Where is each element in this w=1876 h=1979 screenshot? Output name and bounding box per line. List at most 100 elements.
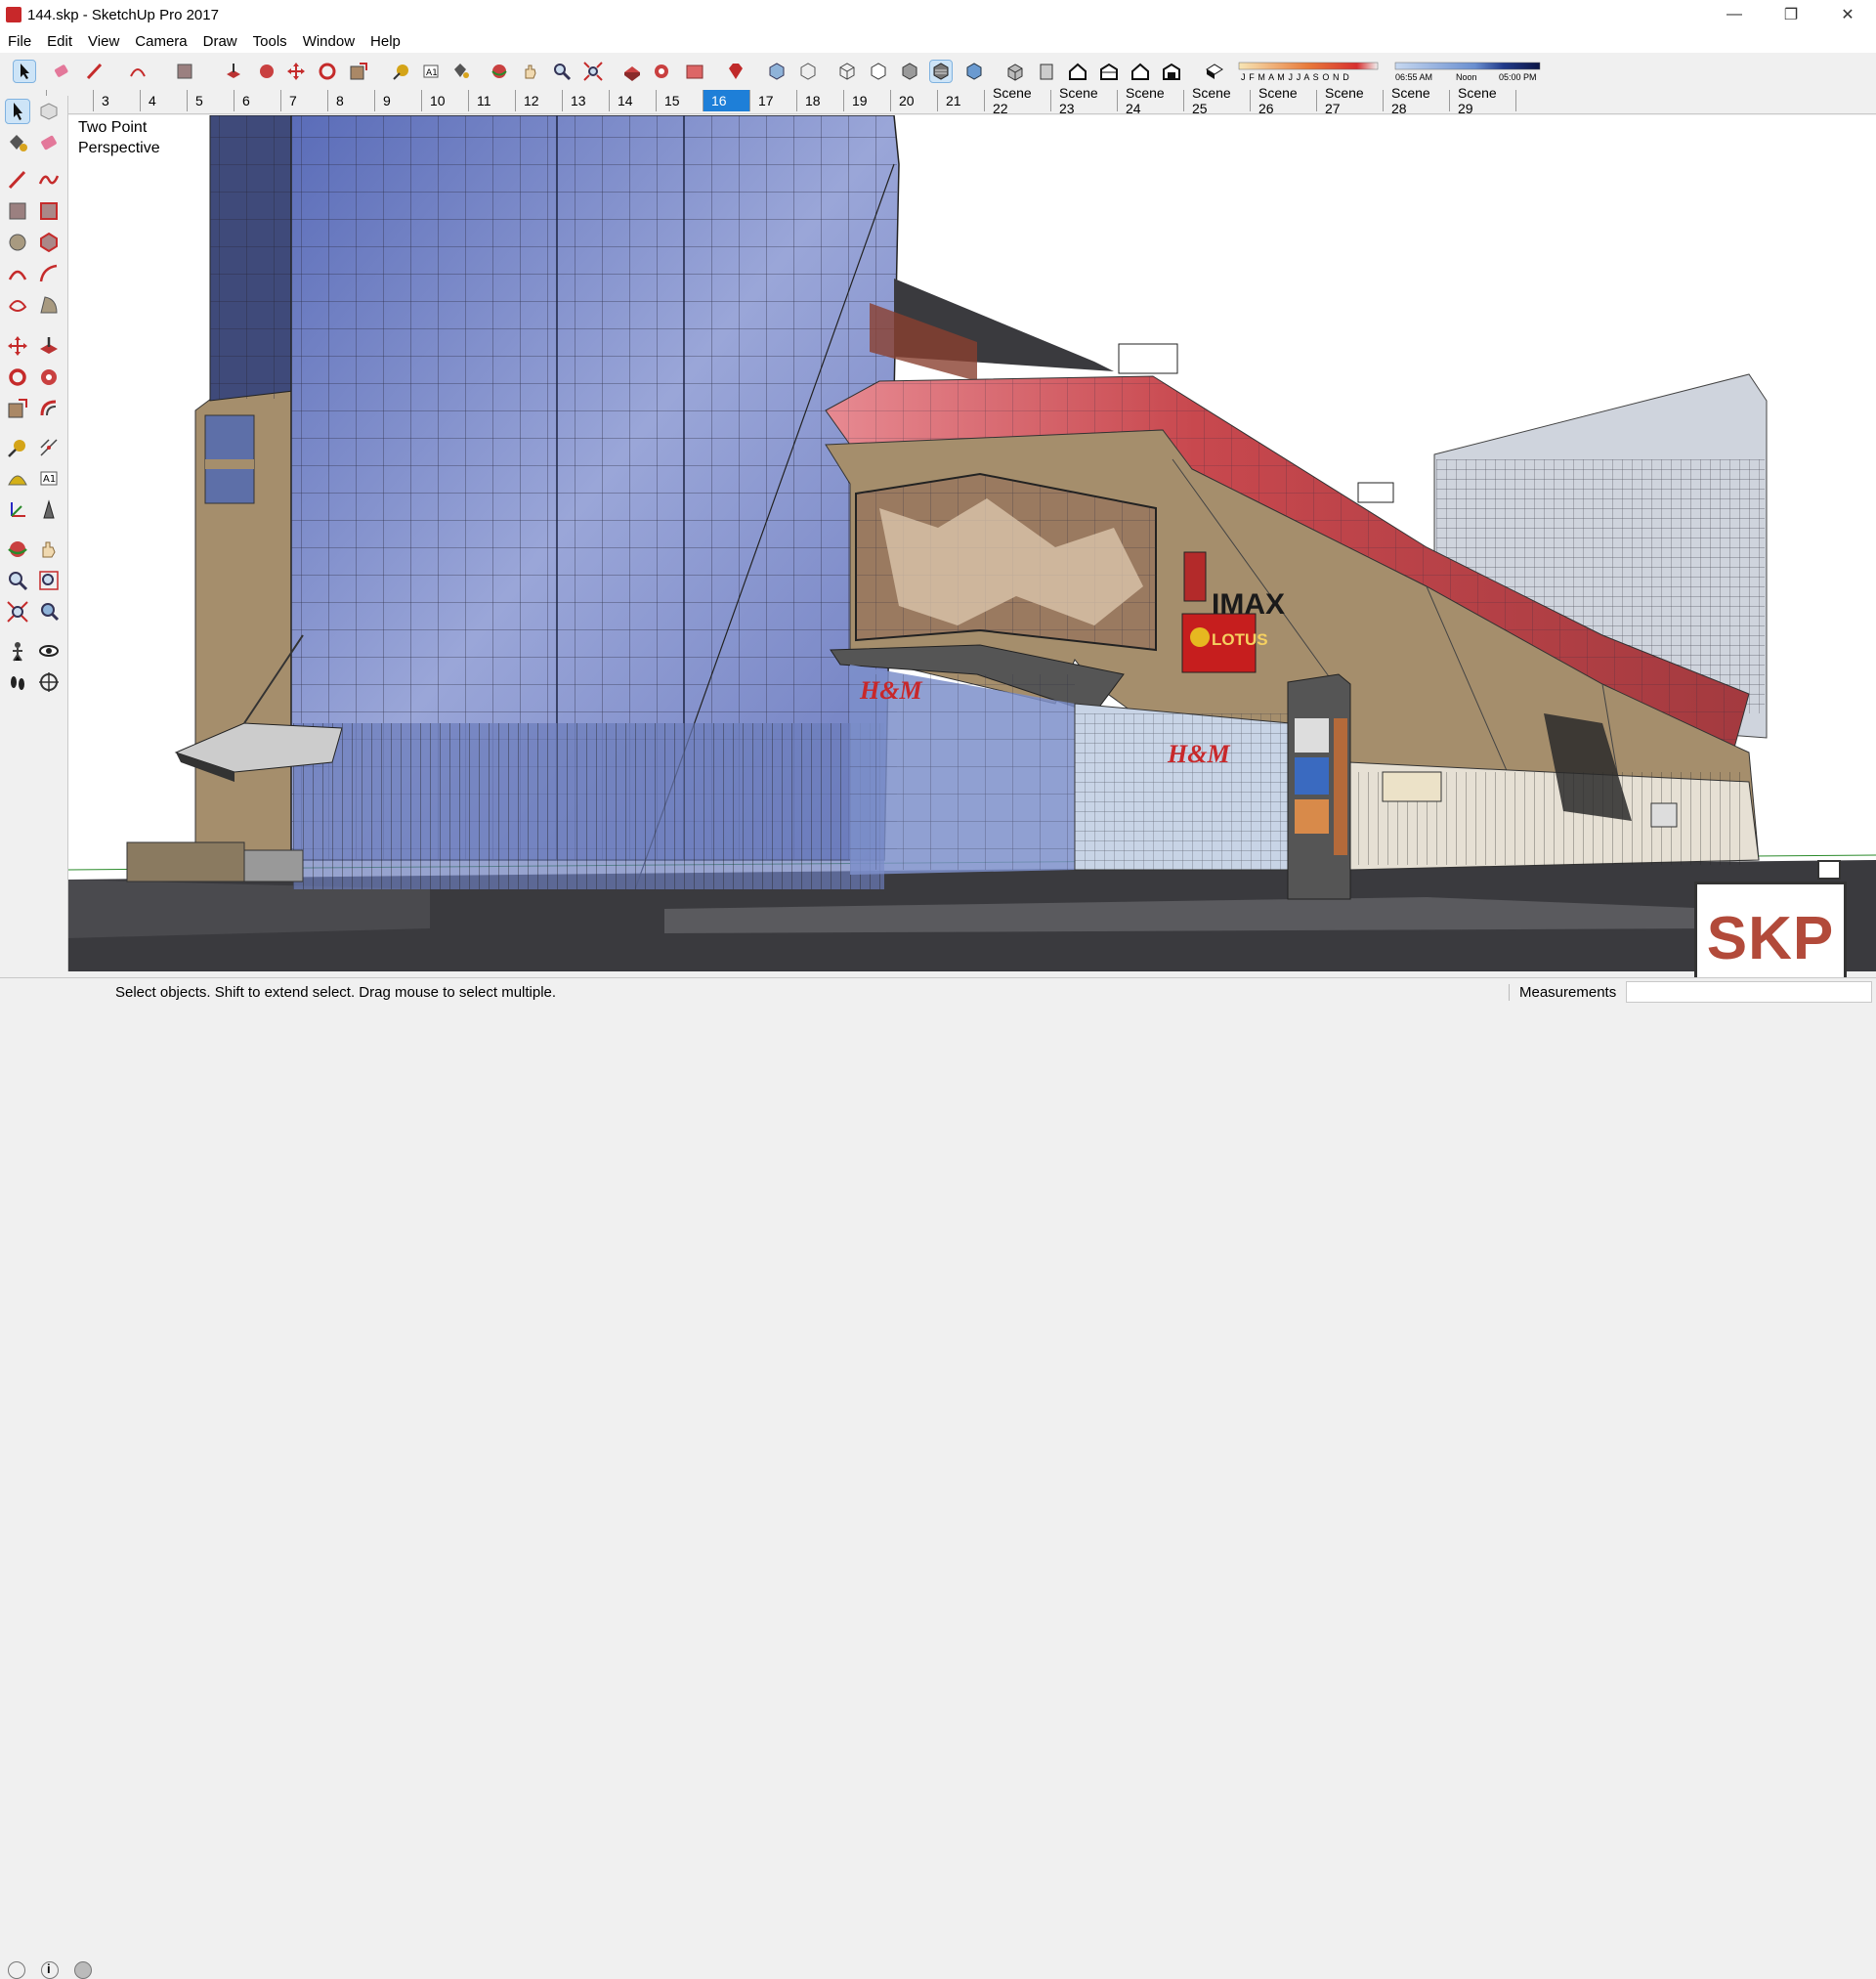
scene-tab[interactable]: Scene 27 [1317,85,1384,116]
move-side-icon[interactable] [6,334,29,358]
scene-tab[interactable]: 14 [610,90,657,111]
scene-tab[interactable]: 8 [328,90,375,111]
dimension-icon[interactable] [37,436,61,459]
measurements-input[interactable] [1626,981,1872,1003]
extension-warehouse-icon[interactable] [684,61,705,82]
menu-file[interactable]: File [0,33,39,50]
warehouse-icon[interactable] [621,61,643,82]
wireframe-icon[interactable] [836,61,858,82]
zoom-icon[interactable] [551,61,573,82]
zoom-extents-icon[interactable] [582,61,604,82]
select-icon[interactable] [5,99,30,124]
scene-tab[interactable]: 10 [422,90,469,111]
scene-tab[interactable]: 12 [516,90,563,111]
hidden-line-icon[interactable] [868,61,889,82]
left-view-icon[interactable] [1161,61,1182,82]
previous-view-icon[interactable] [37,600,61,624]
shadow-time-slider[interactable] [1393,59,1542,70]
eraser-icon[interactable] [51,61,72,82]
scene-tab[interactable]: 13 [563,90,610,111]
follow-me-side-icon[interactable] [37,366,61,389]
scene-tab[interactable]: 3 [94,90,141,111]
close-button[interactable]: ✕ [1819,0,1876,29]
scene-tab[interactable]: Scene 25 [1184,85,1251,116]
scene-tab[interactable]: Scene 29 [1450,85,1516,116]
line-tool-icon[interactable] [84,61,106,82]
rotate-side-icon[interactable] [6,366,29,389]
rectangle-tool-icon[interactable] [174,61,195,82]
pan-icon[interactable] [520,61,541,82]
protractor-icon[interactable] [6,467,29,491]
shadows-toggle-icon[interactable] [1204,61,1225,82]
scene-tab[interactable]: 15 [657,90,704,111]
scene-tab[interactable]: Scene 23 [1051,85,1118,116]
axes-icon[interactable] [6,498,29,522]
back-view-icon[interactable] [1130,61,1151,82]
scene-tab[interactable]: Scene 26 [1251,85,1317,116]
scene-tab[interactable]: 19 [844,90,891,111]
geo-location-icon[interactable] [8,1961,25,1979]
minimize-button[interactable]: — [1706,0,1763,29]
scale-side-icon[interactable] [6,397,29,420]
move-tool-icon[interactable] [285,61,307,82]
circle-icon[interactable] [6,231,29,254]
zoom-window-icon[interactable] [37,569,61,592]
info-icon[interactable]: i [41,1961,59,1979]
look-around-icon[interactable] [37,639,61,663]
zoom-extents-side-icon[interactable] [6,600,29,624]
scene-tab[interactable]: 20 [891,90,938,111]
scene-tab[interactable]: 6 [234,90,281,111]
push-pull-icon[interactable] [223,61,244,82]
scene-tab[interactable]: 17 [750,90,797,111]
rotate-tool-icon[interactable] [317,61,338,82]
scene-tab[interactable]: 21 [938,90,985,111]
text-tool-icon[interactable]: A1 [420,61,442,82]
menu-camera[interactable]: Camera [127,33,194,50]
scene-tab[interactable]: 5 [188,90,234,111]
walk-icon[interactable] [6,670,29,694]
text-side-icon[interactable]: A1 [37,467,61,491]
user-account-icon[interactable] [74,1961,92,1979]
three-point-arc-icon[interactable] [6,293,29,317]
select-tool-icon[interactable] [13,60,36,83]
rectangle-side-icon[interactable] [6,199,29,223]
shaded-icon[interactable] [899,61,920,82]
restore-button[interactable]: ❐ [1763,0,1819,29]
scene-tab[interactable]: 9 [375,90,422,111]
scene-tab[interactable]: Scene 24 [1118,85,1184,116]
scale-tool-icon[interactable] [348,61,369,82]
model-viewport[interactable]: IMAX LOTUS H&M H&M Two Point Perspective [68,115,1876,971]
iso-view-icon[interactable] [1004,61,1026,82]
follow-me-icon[interactable] [256,61,277,82]
tape-measure-side-icon[interactable] [6,436,29,459]
view-toggle-icon[interactable] [1817,860,1841,880]
scene-tab[interactable]: 4 [141,90,188,111]
tape-measure-icon[interactable] [391,61,412,82]
eraser-side-icon[interactable] [37,131,61,154]
3d-text-icon[interactable] [37,498,61,522]
make-component-icon[interactable] [37,100,61,123]
shaded-textures-icon[interactable] [929,60,953,83]
section-plane-icon[interactable] [37,670,61,694]
zoom-side-icon[interactable] [6,569,29,592]
menu-tools[interactable]: Tools [245,33,295,50]
menu-draw[interactable]: Draw [195,33,245,50]
orbit-icon[interactable] [489,61,510,82]
right-view-icon[interactable] [1098,61,1120,82]
back-edges-icon[interactable] [797,61,819,82]
front-view-icon[interactable] [1067,61,1088,82]
arc-tool-icon[interactable] [127,61,149,82]
two-point-arc-icon[interactable] [37,262,61,285]
monochrome-icon[interactable] [963,61,985,82]
paint-bucket-side-icon[interactable] [6,131,29,154]
rotated-rectangle-icon[interactable] [37,199,61,223]
ruby-icon[interactable] [725,61,746,82]
share-model-icon[interactable] [651,61,672,82]
position-camera-icon[interactable] [6,639,29,663]
menu-help[interactable]: Help [362,33,408,50]
menu-edit[interactable]: Edit [39,33,80,50]
menu-view[interactable]: View [80,33,127,50]
polygon-icon[interactable] [37,231,61,254]
top-view-icon[interactable] [1036,61,1057,82]
arc-side-icon[interactable] [6,262,29,285]
